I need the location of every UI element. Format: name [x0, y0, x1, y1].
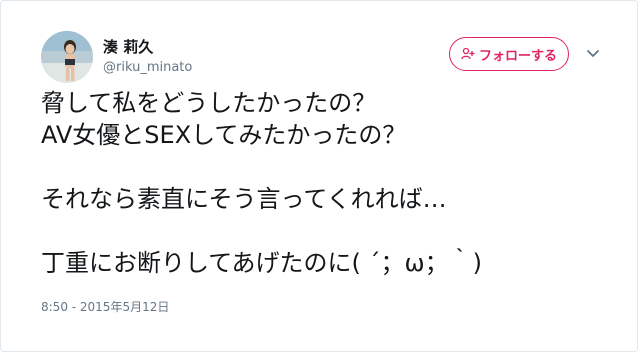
follow-button[interactable]: フォローする	[449, 37, 569, 71]
user-names: 湊 莉久 @riku_minato	[103, 37, 192, 77]
tweet-line: AV女優とSEXしてみたかったの？	[41, 121, 407, 149]
tweet-line: 脅して私をどうしたかったの？	[41, 89, 377, 117]
tweet-card: 湊 莉久 @riku_minato フォローする 脅して私をどうしたかったの？ …	[0, 0, 638, 352]
tweet-line: 丁重にお断りしてあげたのに( ´；ω；｀)	[41, 249, 483, 277]
avatar[interactable]	[41, 31, 93, 83]
tweet-text: 脅して私をどうしたかったの？ AV女優とSEXしてみたかったの？ それなら素直に…	[41, 87, 611, 279]
person-plus-icon	[461, 47, 475, 61]
tweet-line: それなら素直にそう言ってくれれば…	[41, 185, 447, 213]
display-name[interactable]: 湊 莉久	[103, 37, 192, 57]
tweet-header: 湊 莉久 @riku_minato フォローする	[41, 31, 611, 87]
user-handle[interactable]: @riku_minato	[103, 59, 192, 77]
chevron-down-icon[interactable]	[585, 45, 601, 61]
follow-button-label: フォローする	[478, 48, 557, 64]
tweet-timestamp[interactable]: 8:50 - 2015年5月12日	[41, 299, 169, 315]
avatar-image	[41, 31, 93, 83]
